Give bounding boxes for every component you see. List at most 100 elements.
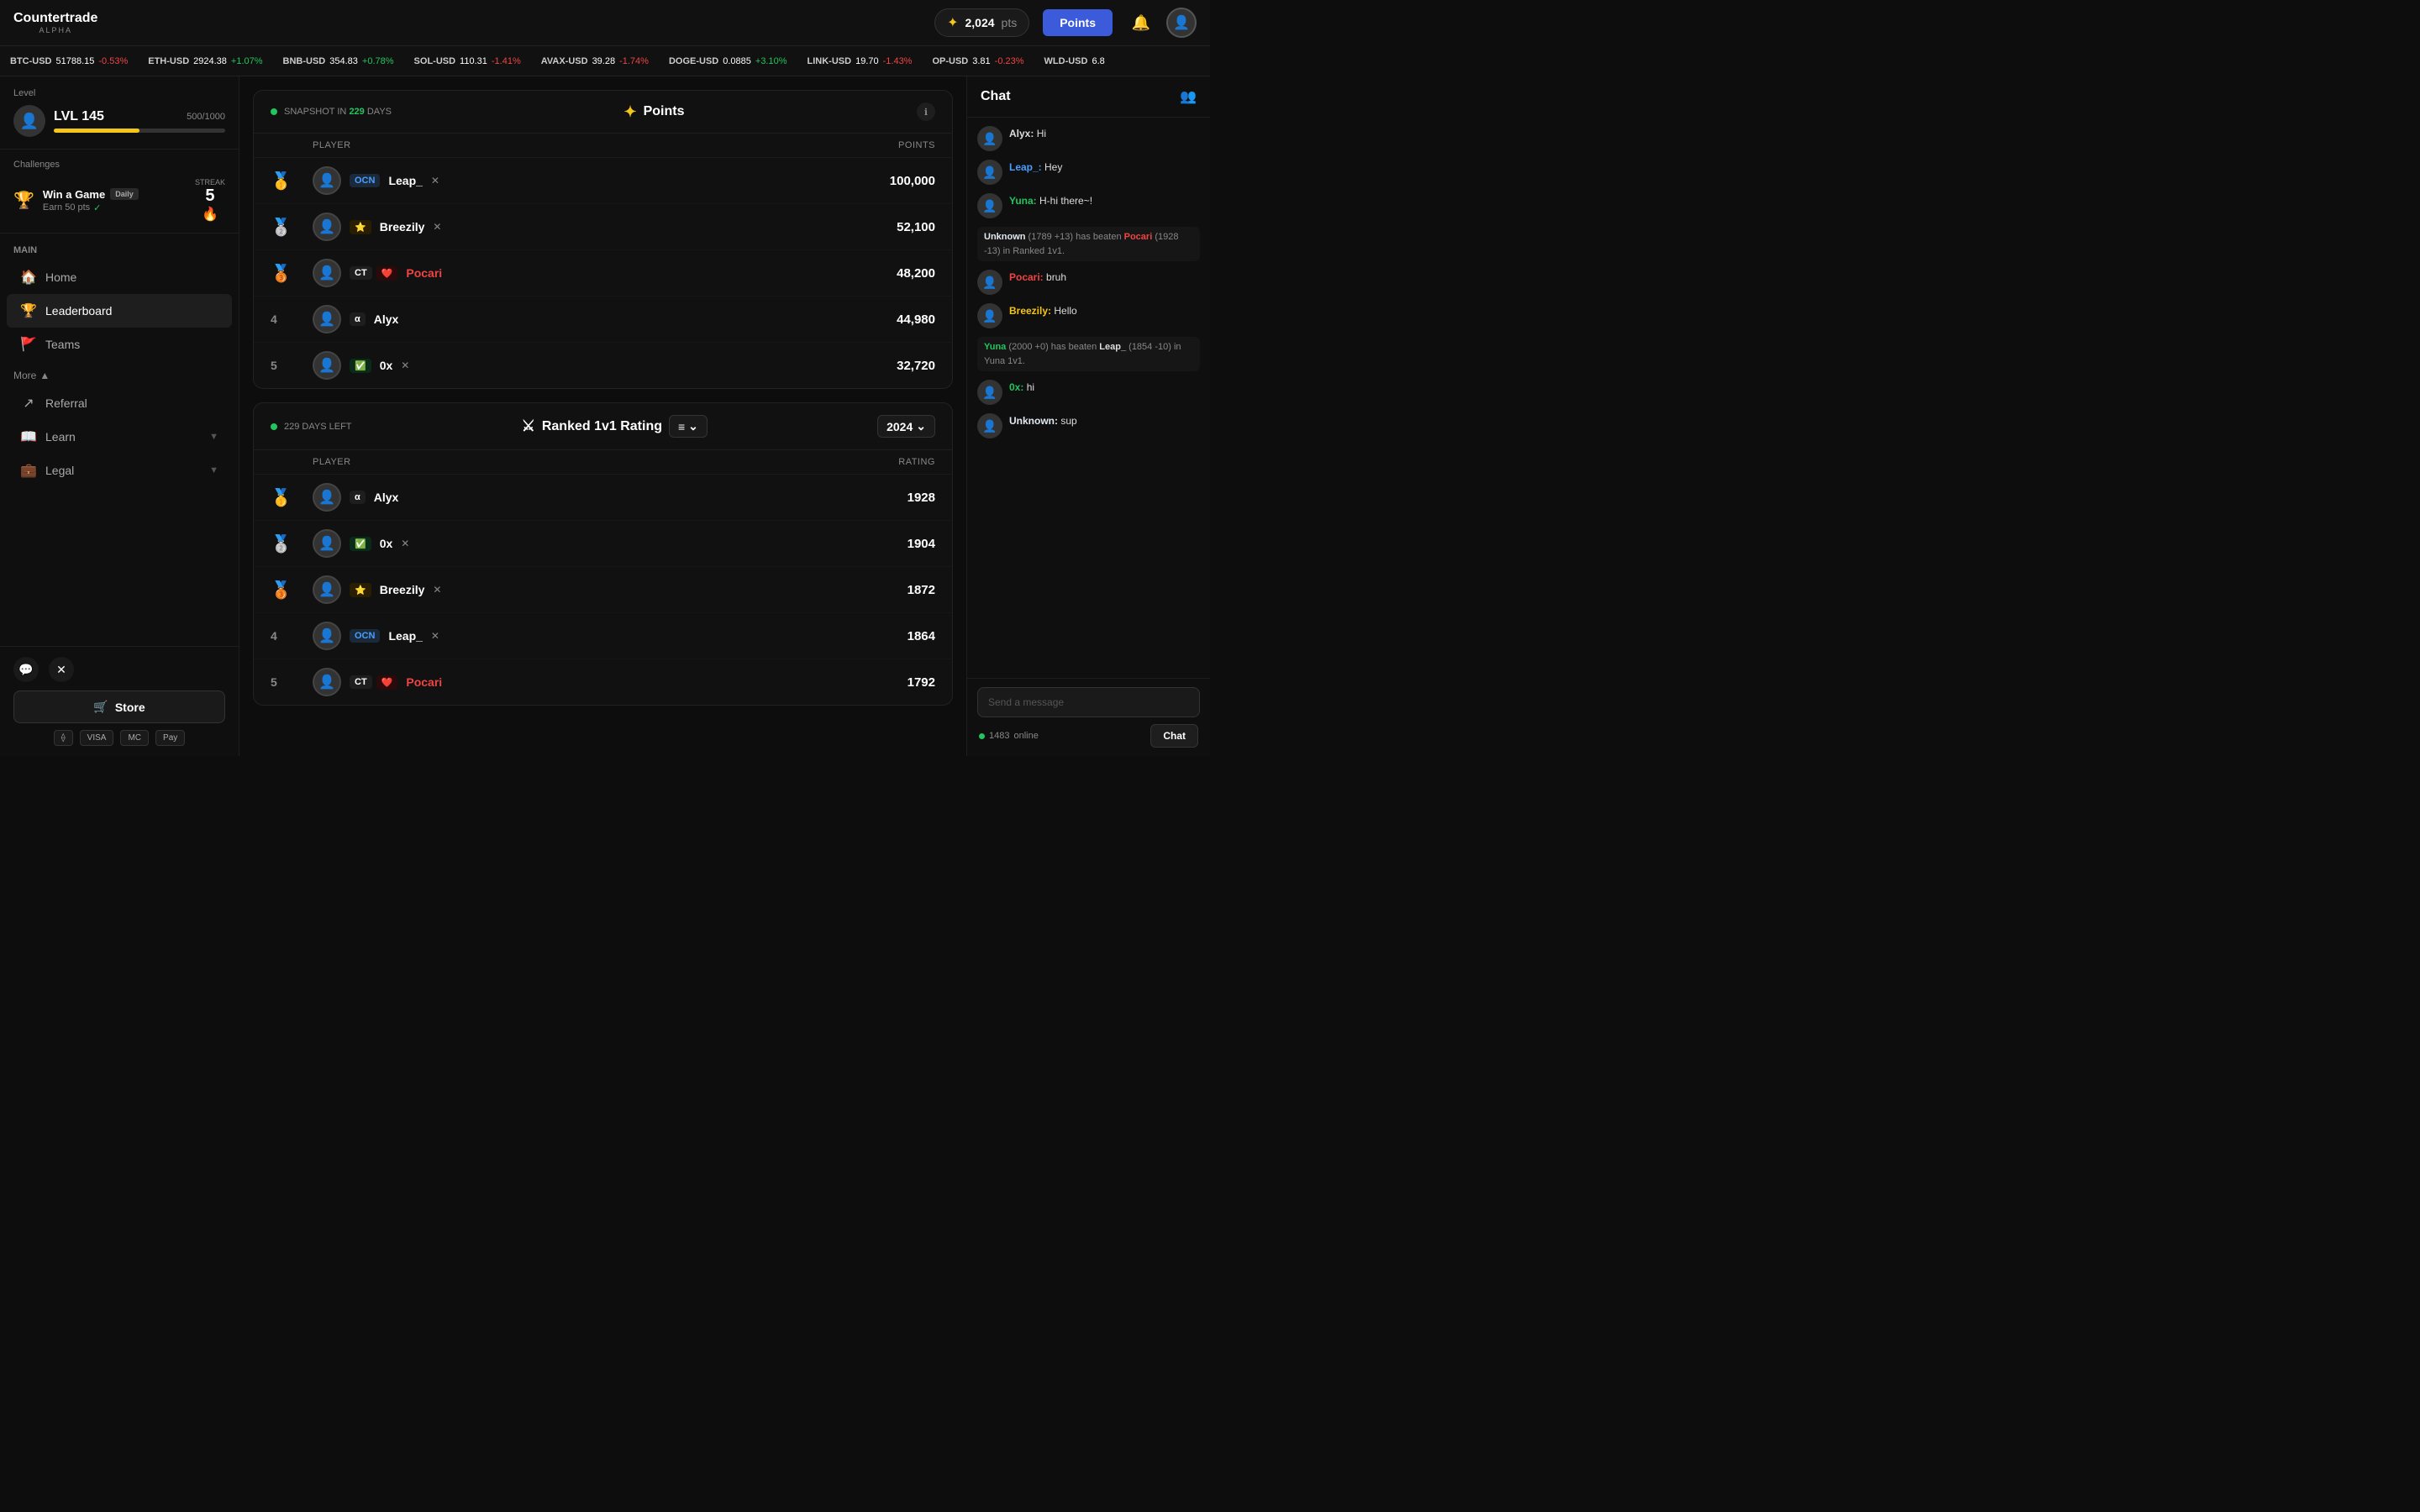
table-row[interactable]: 5 👤 CT❤️ Pocari 1792 — [254, 659, 952, 705]
social-links: 💬 ✕ — [13, 657, 225, 682]
discord-icon[interactable]: 💬 — [13, 657, 39, 682]
info-button[interactable]: ℹ — [917, 102, 935, 121]
more-section-label[interactable]: More ▲ — [0, 361, 239, 386]
chat-msg-body: Leap_: Hey — [1009, 160, 1200, 175]
challenges-label: Challenges — [13, 160, 225, 170]
ranked-table: Player Rating 🥇 👤 α Alyx 1928 🥈 👤 ✅ 0x ✕ — [254, 450, 952, 705]
ticker-item: LINK-USD 19.70 -1.43% — [808, 56, 913, 66]
player-name: 0x — [380, 359, 393, 372]
x-icon: ✕ — [431, 175, 439, 186]
table-row[interactable]: 🥉 👤 ⭐ Breezily ✕ 1872 — [254, 567, 952, 613]
player-name: Breezily — [380, 583, 425, 596]
player-avatar: 👤 — [313, 668, 341, 696]
system-message: Unknown (1789 +13) has beaten Pocari (19… — [977, 227, 1200, 261]
table-row[interactable]: 🥈 👤 ✅ 0x ✕ 1904 — [254, 521, 952, 567]
rank-number: 5 — [271, 675, 277, 689]
ticker-price: 39.28 — [592, 56, 616, 66]
table-row[interactable]: 🥇 👤 α Alyx 1928 — [254, 475, 952, 521]
rank-number: 4 — [271, 629, 277, 643]
table-row[interactable]: 5 👤 ✅ 0x ✕ 32,720 — [254, 343, 952, 388]
player-tags: α — [350, 312, 366, 326]
player-cell: 👤 OCN Leap_ ✕ — [313, 622, 834, 650]
player-avatar: 👤 — [313, 259, 341, 287]
sidebar-item-referral[interactable]: ↗ Referral — [7, 386, 232, 420]
chat-input[interactable] — [977, 687, 1200, 717]
player-cell: 👤 CT❤️ Pocari — [313, 259, 834, 287]
player-tags: CT❤️ — [350, 675, 397, 690]
chat-header: Chat 👥 — [967, 76, 1210, 118]
ticker-price: 51788.15 — [56, 56, 95, 66]
daily-badge: Daily — [110, 188, 139, 200]
year-selector[interactable]: 2024 ⌄ — [877, 415, 935, 438]
chat-avatar: 👤 — [977, 413, 1002, 438]
x-icon: ✕ — [401, 360, 409, 371]
player-name: Pocari — [406, 266, 442, 280]
ticker-item: AVAX-USD 39.28 -1.74% — [541, 56, 649, 66]
player-name: Leap_ — [388, 174, 422, 187]
player-tag: α — [350, 491, 366, 504]
trophy-icon: 🏆 — [13, 190, 34, 211]
player-avatar: 👤 — [313, 575, 341, 604]
sidebar-item-home[interactable]: 🏠 Home — [7, 260, 232, 294]
player-tag: ⭐ — [350, 220, 371, 234]
sidebar-item-leaderboard[interactable]: 🏆 Leaderboard — [7, 294, 232, 328]
chat-username: 0x: — [1009, 381, 1027, 393]
medal-icon: 🥈 — [271, 533, 292, 554]
sidebar-learn-label: Learn — [45, 430, 76, 444]
streak-box: STREAK 5 🔥 — [195, 178, 225, 223]
table-row[interactable]: 4 👤 α Alyx 44,980 — [254, 297, 952, 343]
ticker-item: DOGE-USD 0.0885 +3.10% — [669, 56, 787, 66]
ticker-change: -0.23% — [995, 56, 1024, 66]
ticker-symbol: LINK-USD — [808, 56, 852, 66]
chat-msg-text: Unknown: sup — [1009, 415, 1077, 427]
ticker-symbol: BTC-USD — [10, 56, 52, 66]
player-tag: ✅ — [350, 359, 371, 373]
chat-send-button[interactable]: Chat — [1150, 724, 1198, 748]
legal-expand-icon: ▼ — [209, 465, 218, 475]
ticker-change: +0.78% — [362, 56, 394, 66]
apple-pay-icon: Pay — [155, 730, 185, 746]
player-name: Pocari — [406, 675, 442, 689]
ticker-change: -1.74% — [619, 56, 649, 66]
online-indicator: 1483 online — [979, 731, 1039, 741]
player-avatar: 👤 — [313, 213, 341, 241]
online-dot — [979, 733, 985, 739]
ranked-selector[interactable]: ≡ ⌄ — [669, 415, 708, 438]
points-value: 32,720 — [834, 359, 935, 373]
table-row[interactable]: 🥉 👤 CT❤️ Pocari 48,200 — [254, 250, 952, 297]
chat-avatar: 👤 — [977, 193, 1002, 218]
store-button[interactable]: 🛒 Store — [13, 690, 225, 723]
player-tags: OCN — [350, 629, 380, 643]
notification-button[interactable]: 🔔 — [1126, 8, 1156, 38]
table-row[interactable]: 🥇 👤 OCN Leap_ ✕ 100,000 — [254, 158, 952, 204]
home-icon: 🏠 — [20, 269, 37, 286]
points-card-header: SNAPSHOT IN 229 DAYS ✦ Points ℹ — [254, 91, 952, 134]
payment-icons: ⟠ VISA MC Pay — [13, 730, 225, 746]
ranked-table-header: Player Rating — [254, 450, 952, 475]
player-tags: α — [350, 491, 366, 504]
table-row[interactable]: 4 👤 OCN Leap_ ✕ 1864 — [254, 613, 952, 659]
player-tags: ✅ — [350, 359, 371, 373]
chat-group-icon[interactable]: 👥 — [1180, 88, 1197, 105]
ticker-bar: BTC-USD 51788.15 -0.53% ETH-USD 2924.38 … — [0, 46, 1210, 76]
rank-medal: 🥈 — [271, 533, 313, 554]
ranked-days-text: 229 DAYS LEFT — [284, 422, 352, 432]
points-button[interactable]: Points — [1043, 9, 1113, 36]
sidebar-item-teams[interactable]: 🚩 Teams — [7, 328, 232, 361]
table-row[interactable]: 🥈 👤 ⭐ Breezily ✕ 52,100 — [254, 204, 952, 250]
rank-number: 4 — [271, 312, 277, 326]
player-avatar: 👤 — [313, 305, 341, 333]
points-table-header: Player Points — [254, 134, 952, 158]
ticker-item: ETH-USD 2924.38 +1.07% — [148, 56, 262, 66]
streak-value: 5 — [195, 186, 225, 206]
points-value: 52,100 — [834, 220, 935, 234]
user-avatar[interactable]: 👤 — [1166, 8, 1197, 38]
x-twitter-icon[interactable]: ✕ — [49, 657, 74, 682]
rating-value: 1928 — [834, 491, 935, 505]
sidebar-item-legal[interactable]: 💼 Legal ▼ — [7, 454, 232, 487]
snapshot-text: SNAPSHOT IN 229 DAYS — [284, 107, 392, 117]
sidebar-item-learn[interactable]: 📖 Learn ▼ — [7, 420, 232, 454]
eth-icon: ⟠ — [54, 730, 73, 746]
teams-icon: 🚩 — [20, 336, 37, 353]
player-tag: α — [350, 312, 366, 326]
